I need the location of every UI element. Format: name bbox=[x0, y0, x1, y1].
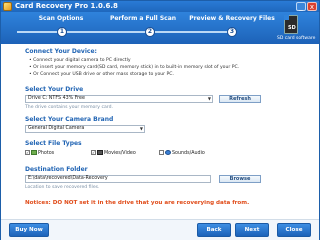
minimize-button[interactable]: _ bbox=[296, 2, 306, 11]
step-marker-2: 2 bbox=[145, 27, 155, 37]
file-types-row: ✓ Photos ✓ Movies/Video Sounds/Audio bbox=[25, 150, 297, 158]
drive-select-value: Drive C: NTFS 43% Free bbox=[28, 96, 85, 101]
destination-title: Destination Folder bbox=[25, 166, 88, 173]
next-button[interactable]: Next bbox=[235, 223, 269, 237]
scan-options-panel: Connect Your Device: • Connect your digi… bbox=[25, 46, 297, 214]
connect-line: • Or Connect your USB drive or other mas… bbox=[29, 72, 174, 77]
step-title-2: Perform a Full Scan bbox=[109, 15, 177, 22]
step-progress-line bbox=[155, 31, 231, 33]
file-type-audio[interactable]: Sounds/Audio bbox=[159, 150, 205, 157]
window-title: Card Recovery Pro 1.0.6.8 bbox=[15, 2, 118, 10]
step-progress-line bbox=[17, 31, 61, 33]
step-title-3: Preview & Recovery Files bbox=[189, 15, 275, 22]
file-type-photos[interactable]: ✓ Photos bbox=[25, 150, 54, 157]
refresh-button[interactable]: Refresh bbox=[219, 95, 261, 103]
camera-brand-value: General Digital Camera bbox=[28, 126, 85, 131]
step-marker-1: 1 bbox=[57, 27, 67, 37]
title-bar[interactable]: Card Recovery Pro 1.0.6.8 _ x bbox=[1, 1, 319, 12]
chevron-down-icon: ▼ bbox=[139, 126, 143, 131]
camera-brand-select[interactable]: General Digital Camera ▼ bbox=[25, 125, 145, 133]
drive-select[interactable]: Drive C: NTFS 43% Free ▼ bbox=[25, 95, 213, 103]
brand-caption: SD card software bbox=[277, 36, 316, 41]
checkbox-checked-icon[interactable]: ✓ bbox=[25, 150, 30, 155]
camera-brand-title: Select Your Camera Brand bbox=[25, 116, 114, 123]
wizard-footer: Buy Now Back Next Close bbox=[1, 219, 319, 240]
file-type-video[interactable]: ✓ Movies/Video bbox=[91, 150, 136, 157]
destination-field[interactable]: E:\data\recovered\Data-Recovery bbox=[25, 175, 211, 183]
file-types-title: Select File Types bbox=[25, 140, 82, 147]
buy-now-button[interactable]: Buy Now bbox=[9, 223, 49, 237]
destination-hint: Location to save recovered files. bbox=[25, 185, 100, 190]
notice-text: Notices: DO NOT set it in the drive that… bbox=[25, 200, 250, 206]
sd-card-icon: SD bbox=[284, 15, 298, 34]
connect-line: • Connect your digital camera to PC dire… bbox=[29, 58, 131, 63]
connect-line: • Or insert your memory card(SD card, me… bbox=[29, 65, 240, 70]
audio-icon bbox=[165, 150, 171, 155]
app-icon bbox=[3, 2, 12, 11]
drive-hint: The drive contains your memory card. bbox=[25, 105, 113, 110]
sd-card-label: SD bbox=[288, 25, 296, 31]
step-title-1: Scan Options bbox=[38, 15, 84, 22]
file-type-label: Movies/Video bbox=[104, 151, 136, 156]
connect-title: Connect Your Device: bbox=[25, 48, 97, 55]
browse-button[interactable]: Browse bbox=[219, 175, 261, 183]
step-marker-3: 3 bbox=[227, 27, 237, 37]
chevron-down-icon: ▼ bbox=[207, 96, 211, 101]
step-progress-line bbox=[67, 31, 149, 33]
photo-icon bbox=[31, 150, 37, 155]
app-window: Card Recovery Pro 1.0.6.8 _ x Scan Optio… bbox=[0, 0, 320, 240]
file-type-label: Sounds/Audio bbox=[172, 151, 205, 156]
back-button[interactable]: Back bbox=[197, 223, 231, 237]
wizard-header: Scan Options Perform a Full Scan Preview… bbox=[1, 12, 319, 44]
file-type-label: Photos bbox=[38, 151, 55, 156]
checkbox-unchecked-icon[interactable] bbox=[159, 150, 164, 155]
close-window-button[interactable]: x bbox=[307, 2, 317, 11]
film-icon bbox=[97, 150, 103, 155]
close-button[interactable]: Close bbox=[277, 223, 311, 237]
drive-title: Select Your Drive bbox=[25, 86, 84, 93]
destination-path: E:\data\recovered\Data-Recovery bbox=[28, 176, 108, 181]
checkbox-checked-icon[interactable]: ✓ bbox=[91, 150, 96, 155]
